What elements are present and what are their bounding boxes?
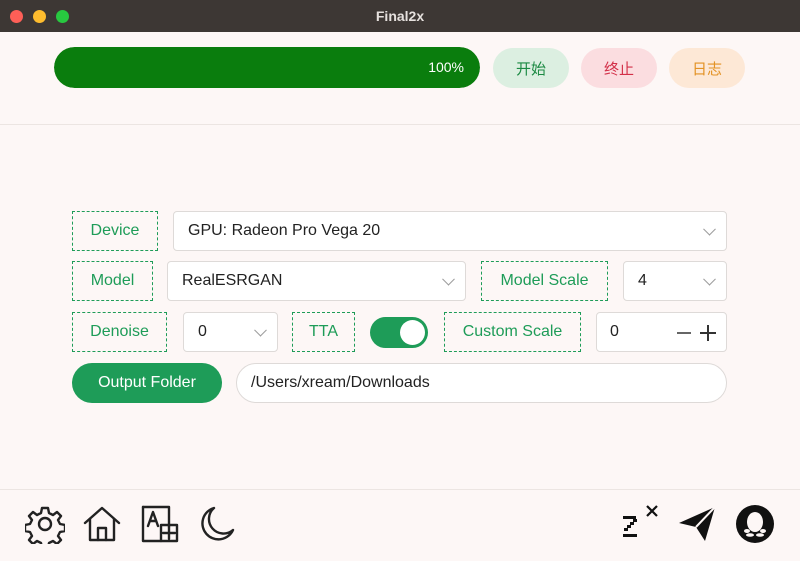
paper-plane-icon[interactable]: [677, 504, 717, 544]
device-value: GPU: Radeon Pro Vega 20: [188, 222, 381, 239]
custom-scale-label: Custom Scale: [444, 312, 581, 352]
footer-divider: [0, 489, 800, 490]
decrement-icon[interactable]: [677, 332, 691, 334]
final2x-logo-icon[interactable]: [619, 504, 659, 544]
denoise-label: Denoise: [72, 312, 167, 352]
gear-icon[interactable]: [23, 504, 67, 550]
progress-label: 100%: [428, 59, 464, 75]
start-button[interactable]: 开始: [493, 48, 569, 88]
denoise-select[interactable]: 0: [183, 312, 278, 352]
header-divider: [0, 124, 800, 125]
denoise-value: 0: [198, 323, 207, 340]
title-bar: Final2x: [0, 0, 800, 32]
output-folder-button[interactable]: Output Folder: [72, 363, 222, 403]
model-value: RealESRGAN: [182, 272, 283, 289]
chevron-down-icon: [254, 323, 267, 337]
model-scale-value: 4: [638, 272, 647, 289]
tta-label: TTA: [292, 312, 355, 352]
model-scale-select[interactable]: 4: [623, 261, 727, 301]
model-scale-label: Model Scale: [481, 261, 608, 301]
custom-scale-stepper[interactable]: 0: [596, 312, 727, 352]
progress-bar: 100%: [54, 47, 480, 88]
window-title: Final2x: [375, 8, 425, 24]
log-button[interactable]: 日志: [669, 48, 745, 88]
progress-fill: [54, 47, 480, 88]
custom-scale-value: 0: [610, 323, 619, 340]
moon-icon[interactable]: [196, 504, 236, 544]
device-label: Device: [72, 211, 158, 251]
model-select[interactable]: RealESRGAN: [167, 261, 466, 301]
chevron-down-icon: [703, 272, 716, 286]
chevron-down-icon: [703, 222, 716, 236]
stop-button[interactable]: 终止: [581, 48, 657, 88]
chevron-down-icon: [442, 272, 455, 286]
model-label: Model: [72, 261, 153, 301]
home-icon[interactable]: [82, 504, 122, 544]
translate-icon[interactable]: [140, 504, 180, 544]
output-path-field[interactable]: /Users/xream/Downloads: [236, 363, 727, 403]
qq-penguin-icon[interactable]: [735, 504, 775, 544]
tta-toggle[interactable]: [370, 317, 428, 348]
toggle-knob: [400, 320, 425, 345]
device-select[interactable]: GPU: Radeon Pro Vega 20: [173, 211, 727, 251]
increment-icon[interactable]: [700, 325, 716, 341]
